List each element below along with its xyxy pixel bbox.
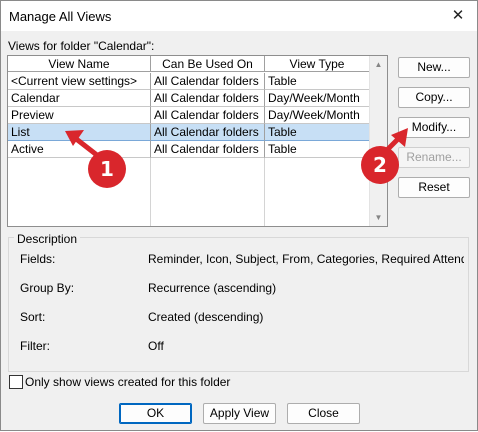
annotation-badge-1: 1 [88, 150, 126, 188]
annotation-badge-2: 2 [361, 146, 399, 184]
annotation-pointers [65, 128, 408, 162]
manage-all-views-dialog: Manage All Views ✕ Views for folder "Cal… [0, 0, 478, 431]
